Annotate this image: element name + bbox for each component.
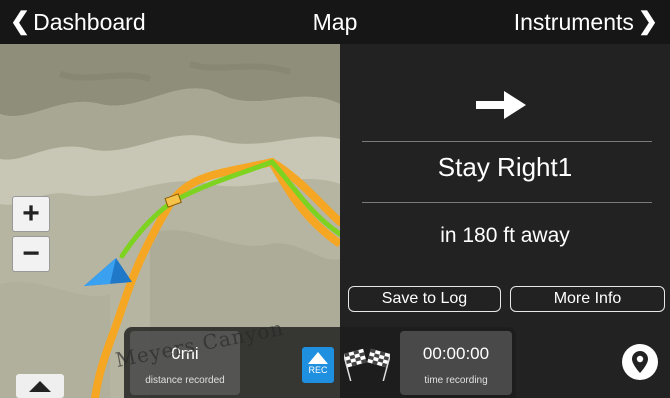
divider [362,202,652,203]
dashboard-label: Dashboard [33,9,146,35]
chevron-right-icon: ❯ [637,8,658,35]
instruments-forward-link[interactable]: Instruments ❯ [513,8,658,36]
right-arrow-icon [476,91,526,124]
turn-distance: in 180 ft away [440,224,570,247]
app-window: + − Stay Right1 in 180 ft away Save to L… [0,0,670,398]
save-to-log-button[interactable]: Save to Log [348,286,501,312]
time-value: 00:00:00 [422,344,490,363]
position-marker-icon [84,258,132,286]
record-triangle-icon [308,352,328,364]
time-recording-card: 00:00:00 time recording [400,331,512,395]
distance-label: distance recorded [145,375,225,386]
zoom-in-button[interactable]: + [12,196,50,232]
more-info-button[interactable]: More Info [510,286,665,312]
time-label: time recording [424,375,488,386]
location-pin-icon[interactable] [622,344,658,380]
top-navigation-bar: ❮ Dashboard Map Instruments ❯ [0,0,670,44]
record-button[interactable]: REC [302,347,334,383]
zoom-out-button[interactable]: − [12,236,50,272]
screen-title: Map [312,9,358,35]
triangle-up-icon [29,380,51,392]
expand-drawer-button[interactable] [16,374,64,398]
dashboard-back-link[interactable]: ❮ Dashboard [10,8,146,36]
divider [362,141,652,142]
instruments-label: Instruments [513,9,634,35]
chevron-left-icon: ❮ [10,8,31,35]
rec-label: REC [308,365,328,375]
turn-instruction: Stay Right1 [437,152,573,182]
checkered-flag-icon [342,347,392,386]
